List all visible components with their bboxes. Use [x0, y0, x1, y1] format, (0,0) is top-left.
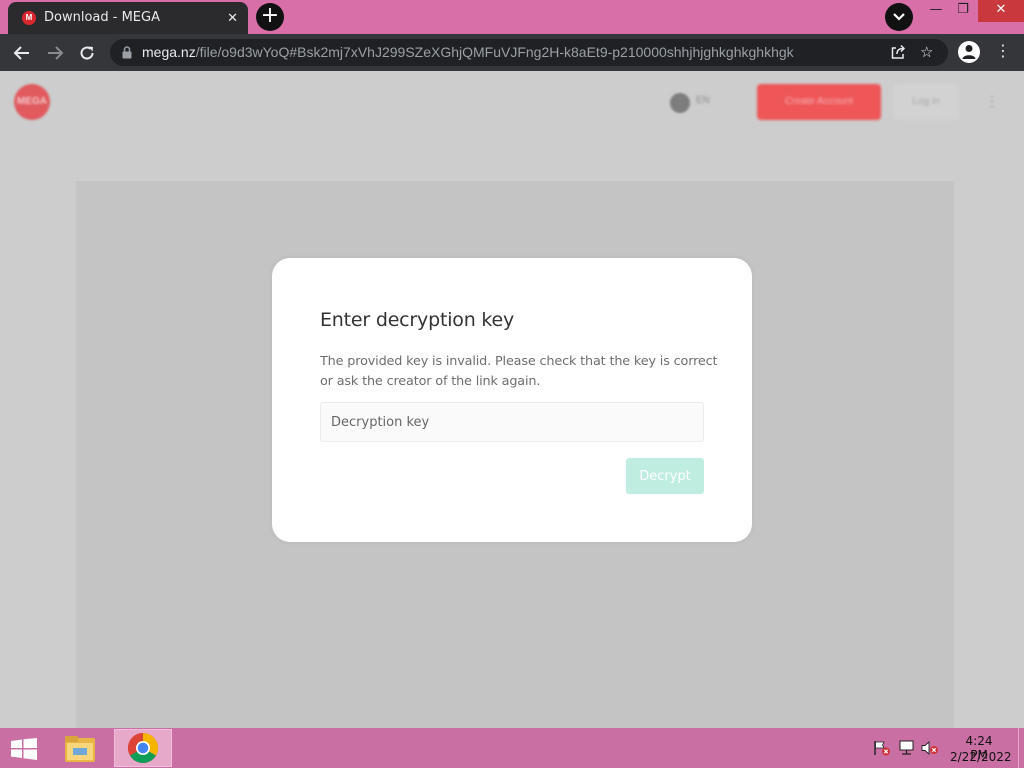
- forward-button[interactable]: [42, 40, 68, 66]
- tab-title: Download - MEGA: [44, 10, 160, 25]
- taskbar: 4:24 PM 2/22/2022: [0, 728, 1024, 768]
- reload-button[interactable]: [74, 40, 100, 66]
- share-icon[interactable]: [890, 44, 906, 64]
- browser-toolbar: mega.nz/file/o9d3wYoQ#Bsk2mj7xVhJ299SZeX…: [0, 34, 1024, 71]
- clock-date[interactable]: 2/22/2022: [950, 750, 1012, 764]
- chrome-icon: [127, 733, 159, 764]
- tab-close-icon[interactable]: ✕: [227, 10, 238, 26]
- dialog-title: Enter decryption key: [320, 309, 515, 331]
- network-icon[interactable]: [898, 740, 916, 756]
- action-center-flag-icon[interactable]: [873, 740, 891, 756]
- show-desktop-button[interactable]: [1018, 728, 1024, 768]
- restore-button[interactable]: ❐: [950, 0, 976, 22]
- minimize-button[interactable]: —: [922, 0, 950, 22]
- tab-strip: M Download - MEGA ✕ + — ❐ ✕: [0, 0, 1024, 34]
- decryption-key-dialog: Enter decryption key The provided key is…: [272, 258, 752, 542]
- address-bar[interactable]: mega.nz/file/o9d3wYoQ#Bsk2mj7xVhJ299SZeX…: [110, 39, 948, 66]
- back-button[interactable]: [9, 40, 35, 66]
- mega-favicon-icon: M: [22, 11, 36, 25]
- volume-muted-icon[interactable]: [921, 740, 939, 756]
- url-text: mega.nz/file/o9d3wYoQ#Bsk2mj7xVhJ299SZeX…: [142, 44, 794, 60]
- arrow-left-icon: [13, 46, 29, 60]
- windows-logo-icon: [11, 738, 37, 760]
- chevron-down-icon: [893, 13, 905, 21]
- file-explorer-taskbar-button[interactable]: [60, 730, 102, 766]
- bookmark-star-icon[interactable]: ☆: [920, 44, 933, 61]
- chrome-taskbar-button[interactable]: [114, 729, 172, 767]
- profile-avatar[interactable]: [958, 41, 980, 63]
- reload-icon: [80, 46, 94, 60]
- start-button[interactable]: [10, 738, 38, 765]
- mega-logo[interactable]: MEGA: [14, 84, 50, 120]
- mega-menu-icon[interactable]: ⋮: [985, 91, 999, 113]
- dialog-message: The provided key is invalid. Please chec…: [320, 354, 718, 389]
- close-window-button[interactable]: ✕: [978, 0, 1024, 22]
- new-tab-button[interactable]: +: [256, 3, 284, 31]
- decryption-key-input[interactable]: [320, 402, 704, 442]
- person-icon: [962, 45, 976, 59]
- theme-toggle-icon[interactable]: [670, 93, 690, 113]
- url-host: mega.nz: [142, 44, 196, 60]
- folder-icon: [65, 736, 95, 762]
- language-selector[interactable]: EN: [696, 95, 710, 106]
- login-button[interactable]: Log in: [893, 84, 959, 120]
- browser-tab[interactable]: M Download - MEGA ✕: [8, 2, 248, 34]
- tab-search-button[interactable]: [885, 3, 913, 31]
- url-path: /file/o9d3wYoQ#Bsk2mj7xVhJ299SZeXGhjQMFu…: [195, 44, 794, 60]
- arrow-right-icon: [48, 46, 64, 60]
- browser-menu-icon[interactable]: ⋮: [995, 41, 1011, 63]
- create-account-button[interactable]: Create Account: [757, 84, 881, 120]
- decrypt-button[interactable]: Decrypt: [626, 458, 704, 494]
- lock-icon: [122, 46, 132, 59]
